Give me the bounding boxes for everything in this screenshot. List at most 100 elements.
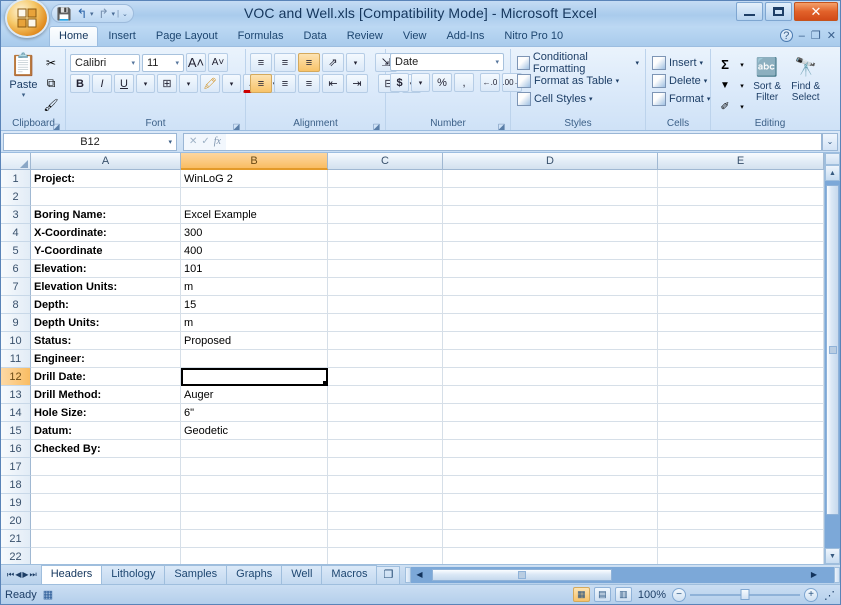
cell-C19[interactable] bbox=[328, 494, 443, 512]
view-normal-icon[interactable]: ▦ bbox=[572, 587, 590, 602]
cell-A11[interactable]: Engineer: bbox=[31, 350, 181, 368]
row-header-14[interactable]: 14 bbox=[1, 404, 31, 422]
cell-E12[interactable] bbox=[658, 368, 824, 386]
align-top-icon[interactable]: ≡ bbox=[250, 53, 272, 72]
minimize-button[interactable] bbox=[736, 2, 763, 21]
cell-C4[interactable] bbox=[328, 224, 443, 242]
row-header-4[interactable]: 4 bbox=[1, 224, 31, 242]
workbook-minimize-button[interactable]: – bbox=[799, 30, 805, 42]
align-center-icon[interactable]: ≡ bbox=[274, 74, 296, 93]
cell-D21[interactable] bbox=[443, 530, 658, 548]
orientation-caret-icon[interactable]: ▾ bbox=[346, 53, 365, 72]
zoom-in-button[interactable]: + bbox=[804, 587, 818, 602]
cell-A16[interactable]: Checked By: bbox=[31, 440, 181, 458]
sheet-tab-headers[interactable]: Headers bbox=[40, 565, 103, 584]
cell-C17[interactable] bbox=[328, 458, 443, 476]
undo-dropdown-icon[interactable]: ▾ bbox=[90, 10, 94, 18]
shrink-font-icon[interactable]: A˅ bbox=[208, 53, 228, 72]
cell-B3[interactable]: Excel Example bbox=[181, 206, 328, 224]
number-dialog-launcher-icon[interactable]: ◪ bbox=[497, 120, 506, 131]
view-page-layout-icon[interactable]: ▤ bbox=[593, 587, 611, 602]
cell-A9[interactable]: Depth Units: bbox=[31, 314, 181, 332]
cell-A1[interactable]: Project: bbox=[31, 170, 181, 188]
cell-A18[interactable] bbox=[31, 476, 181, 494]
prev-sheet-icon[interactable]: ◀ bbox=[15, 570, 21, 579]
clear-caret-icon[interactable]: ▾ bbox=[737, 97, 747, 116]
row-header-20[interactable]: 20 bbox=[1, 512, 31, 530]
cell-E9[interactable] bbox=[658, 314, 824, 332]
column-header-c[interactable]: C bbox=[328, 153, 443, 170]
horizontal-scrollbar[interactable]: ◀ ▶ bbox=[405, 565, 840, 584]
align-left-icon[interactable]: ≡ bbox=[250, 74, 272, 93]
cell-A13[interactable]: Drill Method: bbox=[31, 386, 181, 404]
cell-B7[interactable]: m bbox=[181, 278, 328, 296]
insert-caret-icon[interactable]: ▾ bbox=[700, 59, 704, 67]
cell-E8[interactable] bbox=[658, 296, 824, 314]
cell-D8[interactable] bbox=[443, 296, 658, 314]
close-button[interactable]: ✕ bbox=[794, 2, 838, 21]
cell-C5[interactable] bbox=[328, 242, 443, 260]
cell-B20[interactable] bbox=[181, 512, 328, 530]
format-cells-button[interactable]: Format ▾ bbox=[650, 90, 712, 108]
cell-B4[interactable]: 300 bbox=[181, 224, 328, 242]
cell-A20[interactable] bbox=[31, 512, 181, 530]
redo-dropdown-icon[interactable]: ▾ bbox=[112, 10, 116, 18]
cell-B18[interactable] bbox=[181, 476, 328, 494]
cell-D13[interactable] bbox=[443, 386, 658, 404]
cell-B17[interactable] bbox=[181, 458, 328, 476]
cell-B1[interactable]: WinLoG 2 bbox=[181, 170, 328, 188]
cell-C3[interactable] bbox=[328, 206, 443, 224]
name-box-caret-icon[interactable]: ▾ bbox=[168, 138, 172, 146]
name-box[interactable]: B12 ▾ bbox=[3, 132, 177, 151]
cell-C2[interactable] bbox=[328, 188, 443, 206]
cell-B9[interactable]: m bbox=[181, 314, 328, 332]
row-header-12[interactable]: 12 bbox=[1, 368, 31, 386]
cell-A3[interactable]: Boring Name: bbox=[31, 206, 181, 224]
enter-formula-icon[interactable]: ✓ bbox=[201, 136, 209, 147]
row-header-17[interactable]: 17 bbox=[1, 458, 31, 476]
cell-E13[interactable] bbox=[658, 386, 824, 404]
increase-indent-icon[interactable]: ⇥ bbox=[346, 74, 368, 93]
align-bottom-icon[interactable]: ≡ bbox=[298, 53, 320, 72]
cell-A2[interactable] bbox=[31, 188, 181, 206]
cell-B16[interactable] bbox=[181, 440, 328, 458]
row-header-10[interactable]: 10 bbox=[1, 332, 31, 350]
cell-A10[interactable]: Status: bbox=[31, 332, 181, 350]
cell-B8[interactable]: 15 bbox=[181, 296, 328, 314]
redo-icon[interactable]: ↱ bbox=[96, 6, 112, 22]
zoom-level[interactable]: 100% bbox=[638, 589, 666, 601]
font-size-select[interactable]: 11 ▾ bbox=[142, 53, 184, 72]
cell-A12[interactable]: Drill Date: bbox=[31, 368, 181, 386]
row-header-21[interactable]: 21 bbox=[1, 530, 31, 548]
vertical-scroll-track[interactable] bbox=[825, 181, 840, 548]
cell-E3[interactable] bbox=[658, 206, 824, 224]
cell-E6[interactable] bbox=[658, 260, 824, 278]
cell-C8[interactable] bbox=[328, 296, 443, 314]
cell-B12[interactable] bbox=[181, 368, 328, 386]
cell-E16[interactable] bbox=[658, 440, 824, 458]
cell-A5[interactable]: Y-Coordinate bbox=[31, 242, 181, 260]
column-header-d[interactable]: D bbox=[443, 153, 658, 170]
tab-nitro-pro[interactable]: Nitro Pro 10 bbox=[494, 26, 573, 46]
cancel-formula-icon[interactable]: ✕ bbox=[189, 136, 197, 147]
macro-record-icon[interactable]: ▦ bbox=[43, 588, 53, 601]
select-all-button[interactable] bbox=[1, 153, 31, 170]
row-header-22[interactable]: 22 bbox=[1, 548, 31, 564]
scroll-up-icon[interactable]: ▲ bbox=[825, 165, 840, 181]
tab-insert[interactable]: Insert bbox=[98, 26, 146, 46]
borders-caret-icon[interactable]: ▾ bbox=[179, 74, 198, 93]
cell-B22[interactable] bbox=[181, 548, 328, 564]
cell-E21[interactable] bbox=[658, 530, 824, 548]
tab-review[interactable]: Review bbox=[337, 26, 393, 46]
cell-B19[interactable] bbox=[181, 494, 328, 512]
underline-caret-icon[interactable]: ▾ bbox=[136, 74, 155, 93]
sheet-tab-graphs[interactable]: Graphs bbox=[226, 565, 283, 584]
row-header-18[interactable]: 18 bbox=[1, 476, 31, 494]
cell-A8[interactable]: Depth: bbox=[31, 296, 181, 314]
format-as-table-button[interactable]: Format as Table ▾ bbox=[515, 72, 621, 90]
cell-B14[interactable]: 6" bbox=[181, 404, 328, 422]
font-size-caret-icon[interactable]: ▾ bbox=[173, 59, 181, 67]
paste-button[interactable]: 📋 Paste ▾ bbox=[6, 51, 41, 100]
fill-icon[interactable]: ▼ bbox=[715, 76, 735, 95]
font-name-select[interactable]: Calibri ▾ bbox=[70, 53, 140, 72]
